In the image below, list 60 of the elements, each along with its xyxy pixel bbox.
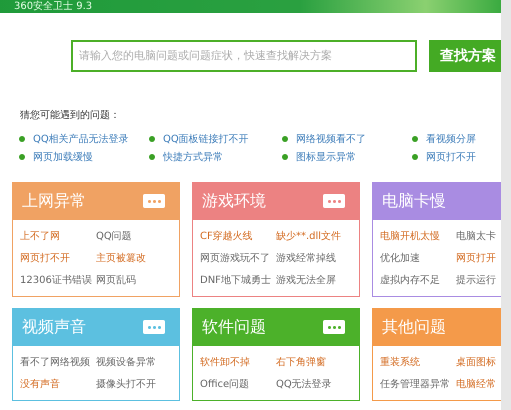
- problem-link[interactable]: 看不了网络视频: [20, 355, 96, 370]
- suggestion-link[interactable]: 看视频分屏: [426, 132, 476, 146]
- suggestion-link[interactable]: 网页打不开: [426, 150, 476, 164]
- more-button[interactable]: [143, 194, 165, 208]
- problem-link[interactable]: 网页打开: [456, 251, 501, 266]
- problem-link[interactable]: Office问题: [200, 377, 276, 392]
- bullet-icon: [282, 154, 288, 160]
- problem-link[interactable]: 摄像头打不开: [96, 377, 176, 392]
- card-title: 软件问题: [202, 316, 266, 338]
- problem-link[interactable]: 软件卸不掉: [200, 355, 276, 370]
- bullet-icon: [412, 136, 418, 142]
- card-title: 电脑卡慢: [382, 190, 446, 212]
- problem-link[interactable]: DNF地下城勇士: [200, 273, 276, 288]
- more-button[interactable]: [323, 320, 345, 334]
- problem-link[interactable]: QQ无法登录: [276, 377, 356, 392]
- problem-link[interactable]: 桌面图标: [456, 355, 501, 370]
- problem-link[interactable]: 电脑经常: [456, 377, 501, 392]
- search-button[interactable]: 查找方案: [429, 40, 501, 72]
- suggestion-link[interactable]: 快捷方式异常: [163, 150, 223, 164]
- suggestion-link[interactable]: 网络视频看不了: [296, 132, 366, 146]
- problem-link[interactable]: 游戏经常掉线: [276, 251, 356, 266]
- window-title: 360安全卫士 9.3: [14, 0, 92, 12]
- suggestion-link[interactable]: QQ相关产品无法登录: [33, 132, 129, 146]
- problem-link[interactable]: 优化加速: [380, 251, 456, 266]
- more-button[interactable]: [323, 194, 345, 208]
- problem-link[interactable]: 电脑太卡: [456, 229, 501, 244]
- problem-link[interactable]: 虚拟内存不足: [380, 273, 456, 288]
- suggestion-link[interactable]: 图标显示异常: [296, 150, 356, 164]
- problem-link[interactable]: 网页游戏玩不了: [200, 251, 276, 266]
- problem-link[interactable]: 上不了网: [20, 229, 96, 244]
- card-title: 上网异常: [22, 190, 86, 212]
- problem-link[interactable]: 12306证书错误: [20, 273, 96, 288]
- problem-link[interactable]: 视频设备异常: [96, 355, 176, 370]
- problem-link[interactable]: 电脑开机太慢: [380, 229, 456, 244]
- card-title: 其他问题: [382, 316, 446, 338]
- problem-link[interactable]: 提示运行: [456, 273, 501, 288]
- problem-link[interactable]: 网页打不开: [20, 251, 96, 266]
- suggestion-link[interactable]: 网页加载缓慢: [33, 150, 93, 164]
- problem-link[interactable]: 任务管理器异常: [380, 377, 456, 392]
- problem-link[interactable]: 主页被篡改: [96, 251, 176, 266]
- problem-link[interactable]: QQ问题: [96, 229, 176, 244]
- problem-link[interactable]: 没有声音: [20, 377, 96, 392]
- bullet-icon: [412, 154, 418, 160]
- problem-link[interactable]: 网页乱码: [96, 273, 176, 288]
- bullet-icon: [282, 136, 288, 142]
- problem-link[interactable]: 缺少**.dll文件: [276, 229, 356, 244]
- problem-link[interactable]: 重装系统: [380, 355, 456, 370]
- problem-link[interactable]: 游戏无法全屏: [276, 273, 356, 288]
- search-field[interactable]: 请输入您的电脑问题或问题症状，快速查找解决方案: [71, 40, 417, 72]
- problem-link[interactable]: CF穿越火线: [200, 229, 276, 244]
- bullet-icon: [149, 136, 155, 142]
- bullet-icon: [19, 136, 25, 142]
- bullet-icon: [19, 154, 25, 160]
- card-title: 游戏环境: [202, 190, 266, 212]
- bullet-icon: [149, 154, 155, 160]
- suggestions-heading: 猜您可能遇到的问题：: [20, 108, 121, 122]
- problem-link[interactable]: 右下角弹窗: [276, 355, 356, 370]
- card-title: 视频声音: [22, 316, 86, 338]
- more-button[interactable]: [143, 320, 165, 334]
- suggestion-link[interactable]: QQ面板链接打不开: [163, 132, 249, 146]
